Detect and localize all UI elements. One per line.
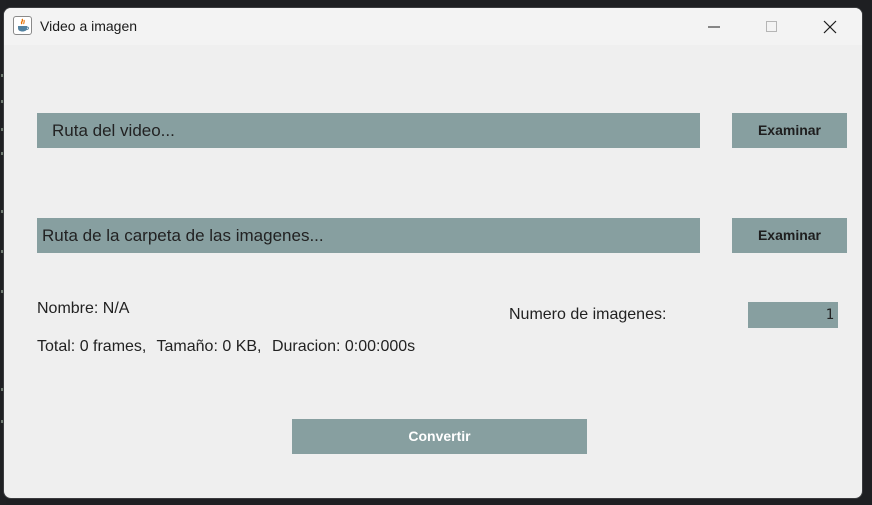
browse-video-button[interactable]: Examinar (732, 113, 847, 148)
video-path-field[interactable]: Ruta del video... (37, 113, 700, 148)
maximize-icon (766, 21, 777, 32)
maximize-button[interactable] (744, 8, 800, 45)
java-cup-icon (13, 16, 32, 35)
video-details-label: Total: 0 frames, Tamaño: 0 KB, Duracion:… (37, 338, 415, 356)
video-name-label: Nombre: N/A (37, 300, 130, 317)
minimize-button[interactable] (686, 8, 742, 45)
close-icon (823, 20, 837, 34)
minimize-icon (708, 26, 720, 28)
duration-text: Duracion: 0:00:000s (271, 338, 416, 355)
window-title: Video a imagen (40, 18, 138, 34)
convert-button[interactable]: Convertir (292, 419, 587, 454)
image-count-label: Numero de imagenes: (509, 306, 667, 323)
images-folder-field[interactable]: Ruta de la carpeta de las imagenes... (37, 218, 700, 253)
title-bar[interactable]: Video a imagen (4, 8, 862, 45)
image-count-input[interactable]: 1 (748, 302, 838, 328)
close-button[interactable] (802, 8, 858, 45)
file-size-text: Tamaño: 0 KB, (156, 338, 262, 355)
total-frames-text: Total: 0 frames, (37, 338, 147, 355)
browse-folder-button[interactable]: Examinar (732, 218, 847, 253)
app-window: Video a imagen Ruta del video... Examina… (4, 8, 862, 498)
